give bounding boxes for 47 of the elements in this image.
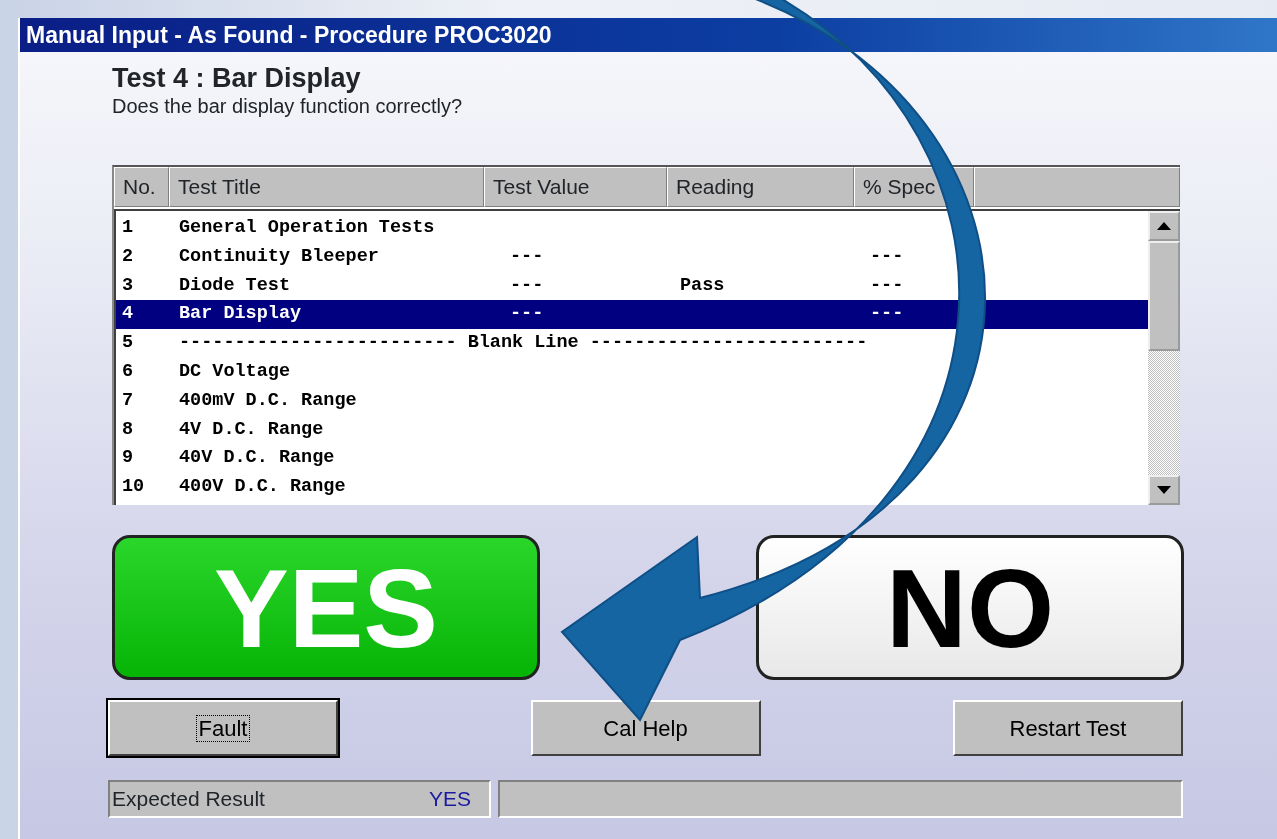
table-cell-text: 10 — [121, 475, 146, 500]
table-cell-text: 400mV D.C. Range — [179, 388, 358, 413]
table-cell-text: DC Voltage — [179, 360, 292, 384]
table-cell-text: 3 — [121, 273, 135, 298]
action-button[interactable]: Fault — [108, 700, 338, 756]
table-cell-text: 7 — [121, 388, 135, 413]
table-cell-text: --- — [510, 244, 545, 269]
table-cell-text: Continuity Bleeper — [179, 244, 380, 269]
table-cell-text: 4V D.C. Range — [179, 417, 325, 442]
table-cell-text: --- — [510, 302, 545, 327]
no-button[interactable]: NO — [756, 535, 1184, 680]
window-title: Manual Input - As Found - Procedure PROC3020 — [20, 18, 1277, 52]
scroll-up-button[interactable] — [1148, 211, 1180, 241]
table-cell-text: 5 — [121, 331, 135, 356]
action-button[interactable]: Restart Test — [953, 700, 1183, 756]
column-header[interactable]: Reading — [667, 167, 854, 207]
table-cell-text: General Operation Tests — [179, 216, 436, 240]
column-header[interactable]: Test Value — [484, 167, 667, 207]
table-cell-text: --- — [870, 244, 905, 269]
table-cell-text: Bar Display — [179, 302, 303, 327]
table-cell-text: 9 — [121, 446, 135, 471]
table-cell-text: --- — [870, 273, 905, 298]
scroll-down-button[interactable] — [1148, 475, 1180, 505]
table-cell-text: Diode Test — [179, 273, 292, 298]
column-header[interactable]: No. — [114, 167, 169, 207]
table-cell-text: --- — [510, 273, 545, 298]
table-cell-text: 8 — [121, 417, 135, 442]
status-value: YES — [428, 786, 471, 813]
selected-row[interactable]: 4 Bar Display --- --- — [116, 300, 1148, 330]
table-cell-text: Pass — [680, 273, 726, 298]
column-header[interactable]: Test Title — [169, 167, 484, 207]
scroll-thumb[interactable] — [1148, 241, 1180, 351]
table-cell-text: 2 — [121, 244, 135, 269]
table-cell-text: 400V D.C. Range — [179, 475, 347, 500]
down-arrow-icon — [1157, 486, 1171, 494]
table-cell-text: 1 — [121, 216, 135, 240]
action-button[interactable]: Cal Help — [530, 700, 761, 756]
test-question: Does the bar display function correctly? — [112, 94, 464, 118]
table-cell-text: 40V D.C. Range — [179, 446, 336, 471]
up-arrow-icon — [1157, 222, 1171, 230]
scrollbar[interactable] — [1148, 211, 1180, 505]
table-cell-text: 6 — [121, 360, 135, 384]
table-cell-text: --- — [870, 302, 905, 327]
separator-text: ------------------------- Blank Line ------------------------- — [179, 331, 868, 356]
status-label: Expected Result — [112, 786, 265, 813]
test-heading: Test 4 : Bar Display — [112, 62, 362, 94]
table-cell-text: 4 — [121, 302, 135, 327]
